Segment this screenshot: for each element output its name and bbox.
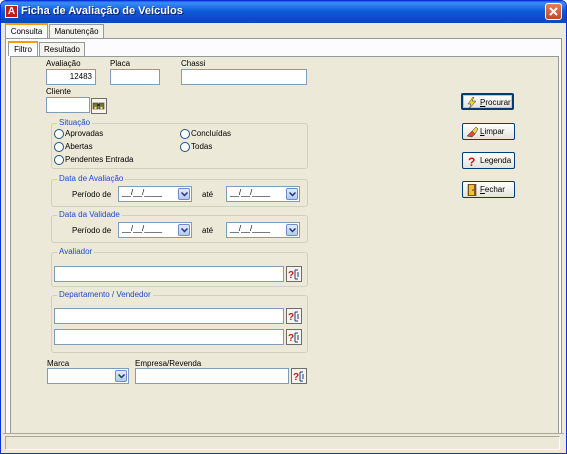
validade-from-value: __/__/____ <box>122 224 163 233</box>
situacao-title: Situação <box>57 118 93 127</box>
svg-text:?: ? <box>288 270 294 281</box>
help-search-icon: ? <box>293 371 304 383</box>
chevron-down-icon <box>289 228 296 233</box>
help-search-icon: ? <box>288 332 299 344</box>
data-avaliacao-group: Data de Avaliação Período de __/__/____ … <box>51 174 308 207</box>
radio-concluidas[interactable] <box>180 129 190 139</box>
periodo-de-label: Período de <box>72 190 112 199</box>
abertas-label: Abertas <box>65 142 93 151</box>
data-avaliacao-title: Data de Avaliação <box>57 174 126 183</box>
pendentes-entrada-label: Pendentes Entrada <box>65 155 134 164</box>
status-panel <box>5 436 560 450</box>
avaliador-group: Avaliador ? <box>51 247 308 287</box>
app-logo-icon: A <box>5 5 18 18</box>
avaliacao-to-dropdown[interactable] <box>286 188 298 200</box>
departamento-help-button[interactable]: ? <box>286 308 302 324</box>
avaliador-title: Avaliador <box>57 247 95 256</box>
help-search-icon: ? <box>288 269 299 281</box>
door-exit-icon <box>467 184 477 196</box>
svg-text:?: ? <box>468 155 475 167</box>
avaliador-help-button[interactable]: ? <box>286 266 302 282</box>
radio-abertas[interactable] <box>54 142 64 152</box>
avaliacao-to-value: __/__/____ <box>230 188 271 197</box>
window-title: Ficha de Avaliação de Veículos <box>21 5 183 17</box>
cliente-label: Cliente <box>46 87 71 96</box>
placa-label: Placa <box>110 59 131 68</box>
limpar-label: Limpar <box>480 127 505 136</box>
radio-pendentes-entrada[interactable] <box>54 155 64 165</box>
chassi-label: Chassi <box>181 59 206 68</box>
legenda-button[interactable]: ? Legenda <box>462 152 515 169</box>
title-bar[interactable]: A Ficha de Avaliação de Veículos <box>1 1 566 23</box>
help-search-icon: ? <box>288 311 299 323</box>
validade-from-date[interactable]: __/__/____ <box>118 222 192 238</box>
avaliador-field[interactable] <box>54 266 284 282</box>
question-icon: ? <box>468 155 475 167</box>
validade-to-value: __/__/____ <box>230 224 271 233</box>
vendedor-field[interactable] <box>54 329 284 345</box>
procurar-label: Procurar <box>480 98 511 107</box>
chevron-down-icon <box>289 192 296 197</box>
tab-manutencao[interactable]: Manutenção <box>49 24 104 39</box>
chassi-field[interactable] <box>181 69 307 85</box>
chevron-down-icon <box>181 228 188 233</box>
svg-text:?: ? <box>288 312 294 323</box>
consulta-panel: Filtro Resultado Avaliação 12483 Placa C… <box>5 38 562 440</box>
empresa-label: Empresa/Revenda <box>135 359 202 368</box>
avaliacao-from-date[interactable]: __/__/____ <box>118 186 192 202</box>
cliente-lookup-button[interactable] <box>91 98 107 114</box>
close-button[interactable] <box>545 3 562 20</box>
placa-field[interactable] <box>110 69 160 85</box>
filtro-panel: Avaliação 12483 Placa Chassi Cliente Sit… <box>10 56 559 437</box>
client-area: Consulta Manutenção Filtro Resultado Ava… <box>3 23 564 451</box>
situacao-group: Situação Aprovadas Concluídas Abertas To… <box>51 118 308 169</box>
aprovadas-label: Aprovadas <box>65 129 104 138</box>
lightning-icon <box>467 97 477 109</box>
vendedor-help-button[interactable]: ? <box>286 329 302 345</box>
marca-dropdown[interactable] <box>115 370 127 382</box>
empresa-help-button[interactable]: ? <box>291 368 307 384</box>
binoculars-icon <box>92 102 105 110</box>
status-bar <box>3 433 564 451</box>
close-icon <box>549 7 558 16</box>
svg-text:?: ? <box>293 372 299 383</box>
limpar-button[interactable]: Limpar <box>462 123 515 140</box>
validade-to-date[interactable]: __/__/____ <box>226 222 300 238</box>
radio-todas[interactable] <box>180 142 190 152</box>
svg-text:?: ? <box>288 333 294 344</box>
departamento-field[interactable] <box>54 308 284 324</box>
radio-aprovadas[interactable] <box>54 129 64 139</box>
ate-label: até <box>202 190 214 199</box>
tab-resultado[interactable]: Resultado <box>39 42 85 57</box>
marca-label: Marca <box>47 359 70 368</box>
avaliacao-from-value: __/__/____ <box>122 188 163 197</box>
departamento-vendedor-title: Departamento / Vendedor <box>57 290 153 299</box>
procurar-button[interactable]: Procurar <box>461 93 514 110</box>
periodo-de-label: Período de <box>72 226 112 235</box>
todas-label: Todas <box>191 142 213 151</box>
eraser-icon <box>466 126 478 138</box>
legenda-label: Legenda <box>480 156 512 165</box>
data-validade-group: Data da Validade Período de __/__/____ a… <box>51 210 308 243</box>
cliente-field[interactable] <box>46 97 90 113</box>
application-window: A Ficha de Avaliação de Veículos Consult… <box>0 0 567 454</box>
validade-to-dropdown[interactable] <box>286 224 298 236</box>
chevron-down-icon <box>118 374 125 379</box>
avaliacao-from-dropdown[interactable] <box>178 188 190 200</box>
avaliacao-field[interactable]: 12483 <box>46 69 96 85</box>
avaliacao-label: Avaliação <box>46 59 81 68</box>
data-validade-title: Data da Validade <box>57 210 122 219</box>
validade-from-dropdown[interactable] <box>178 224 190 236</box>
marca-select[interactable] <box>47 368 129 384</box>
fechar-label: Fechar <box>480 185 505 194</box>
tab-consulta[interactable]: Consulta <box>5 23 48 38</box>
empresa-field[interactable] <box>135 368 289 384</box>
departamento-vendedor-group: Departamento / Vendedor ? ? <box>51 290 308 353</box>
chevron-down-icon <box>181 192 188 197</box>
fechar-button[interactable]: Fechar <box>462 181 515 198</box>
tab-filtro[interactable]: Filtro <box>8 41 38 56</box>
concluidas-label: Concluídas <box>191 129 232 138</box>
avaliacao-to-date[interactable]: __/__/____ <box>226 186 300 202</box>
ate-label: até <box>202 226 214 235</box>
